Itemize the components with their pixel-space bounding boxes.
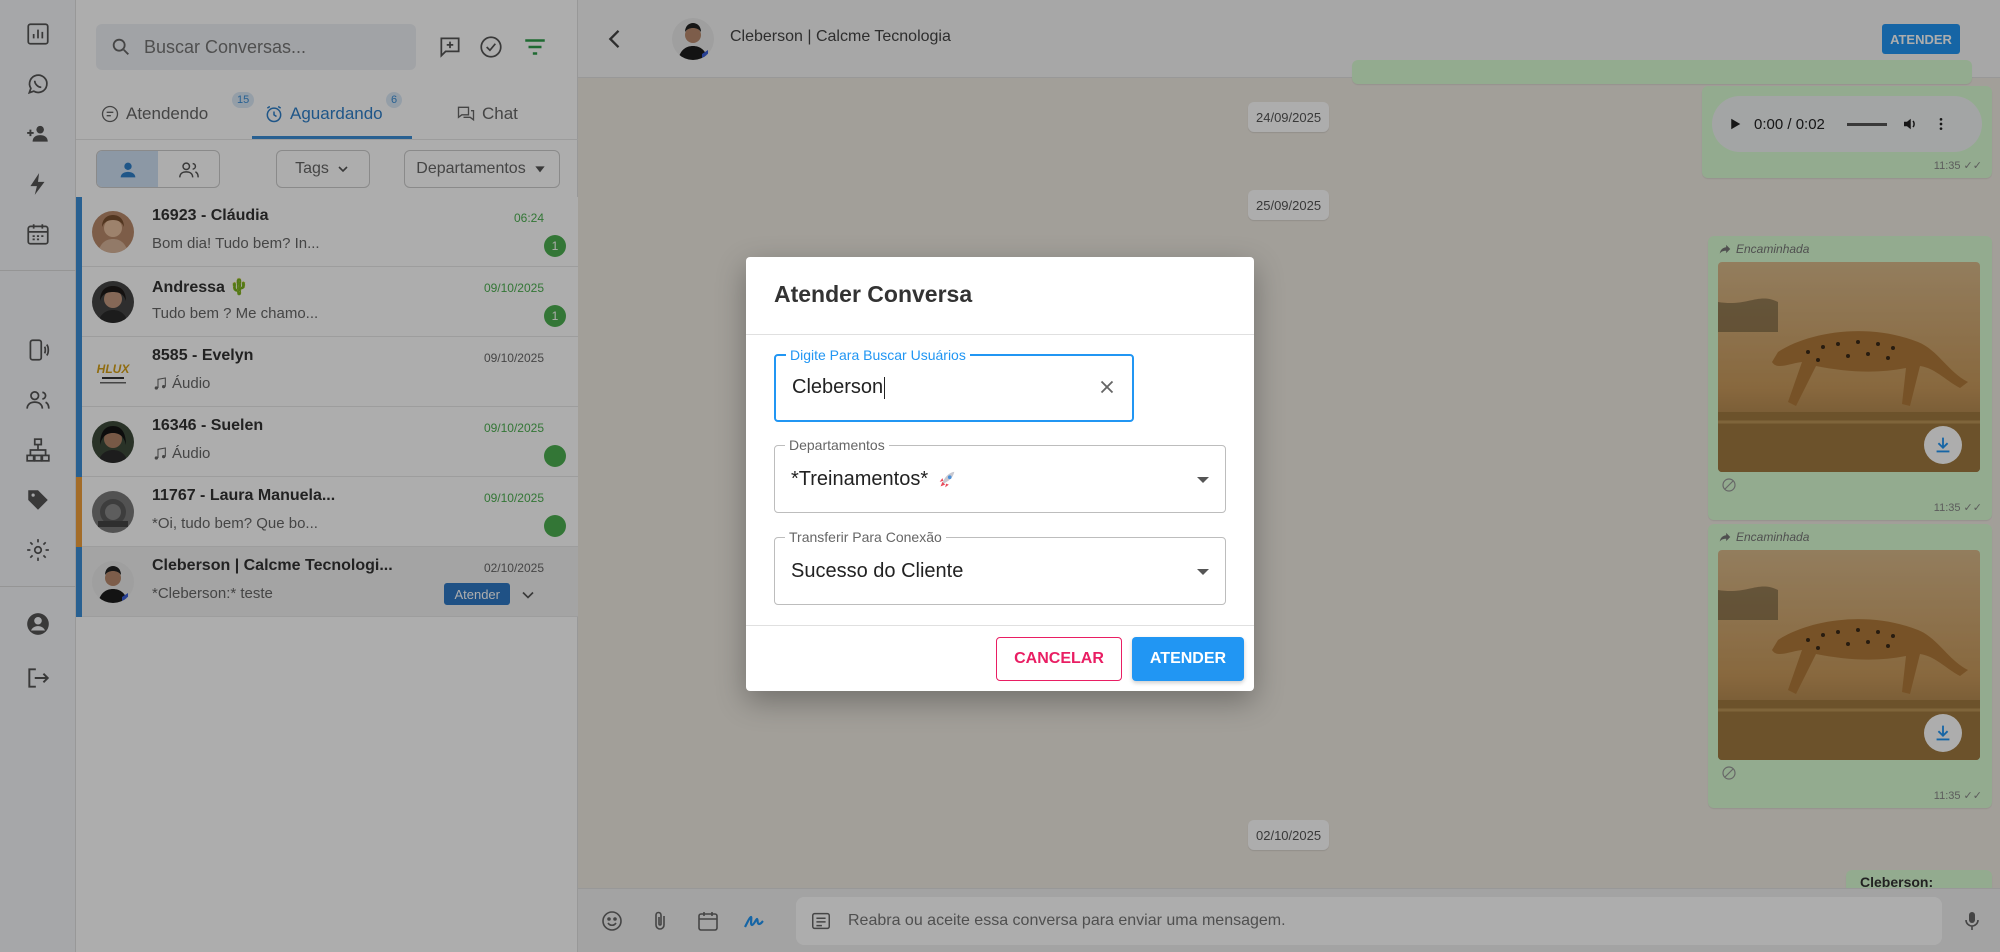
user-search-label: Digite Para Buscar Usuários [786, 347, 970, 363]
connection-value: Sucesso do Cliente [791, 560, 964, 582]
connection-select[interactable]: Transferir Para Conexão Sucesso do Clien… [774, 529, 1226, 605]
department-label: Departamentos [785, 437, 889, 453]
confirm-atender-button[interactable]: ATENDER [1132, 637, 1244, 681]
connection-label: Transferir Para Conexão [785, 529, 946, 545]
user-search-value[interactable]: Cleberson [792, 376, 886, 399]
user-search-text: Cleberson [792, 376, 884, 398]
rocket-icon [939, 471, 955, 488]
clear-icon[interactable] [1096, 376, 1118, 398]
user-search-field[interactable]: Digite Para Buscar Usuários Cleberson [774, 347, 1134, 422]
department-select[interactable]: Departamentos *Treinamentos* [774, 437, 1226, 513]
cancel-button[interactable]: CANCELAR [996, 637, 1122, 681]
text-cursor [884, 376, 886, 399]
dialog-divider [746, 334, 1254, 335]
atender-conversa-dialog: Atender Conversa Digite Para Buscar Usuá… [746, 257, 1254, 691]
dialog-title: Atender Conversa [774, 281, 973, 307]
dropdown-arrow-icon [1197, 569, 1209, 575]
department-value: *Treinamentos* [791, 468, 958, 491]
dialog-divider [746, 625, 1254, 626]
dropdown-arrow-icon [1197, 477, 1209, 483]
department-text: *Treinamentos* [791, 468, 929, 490]
